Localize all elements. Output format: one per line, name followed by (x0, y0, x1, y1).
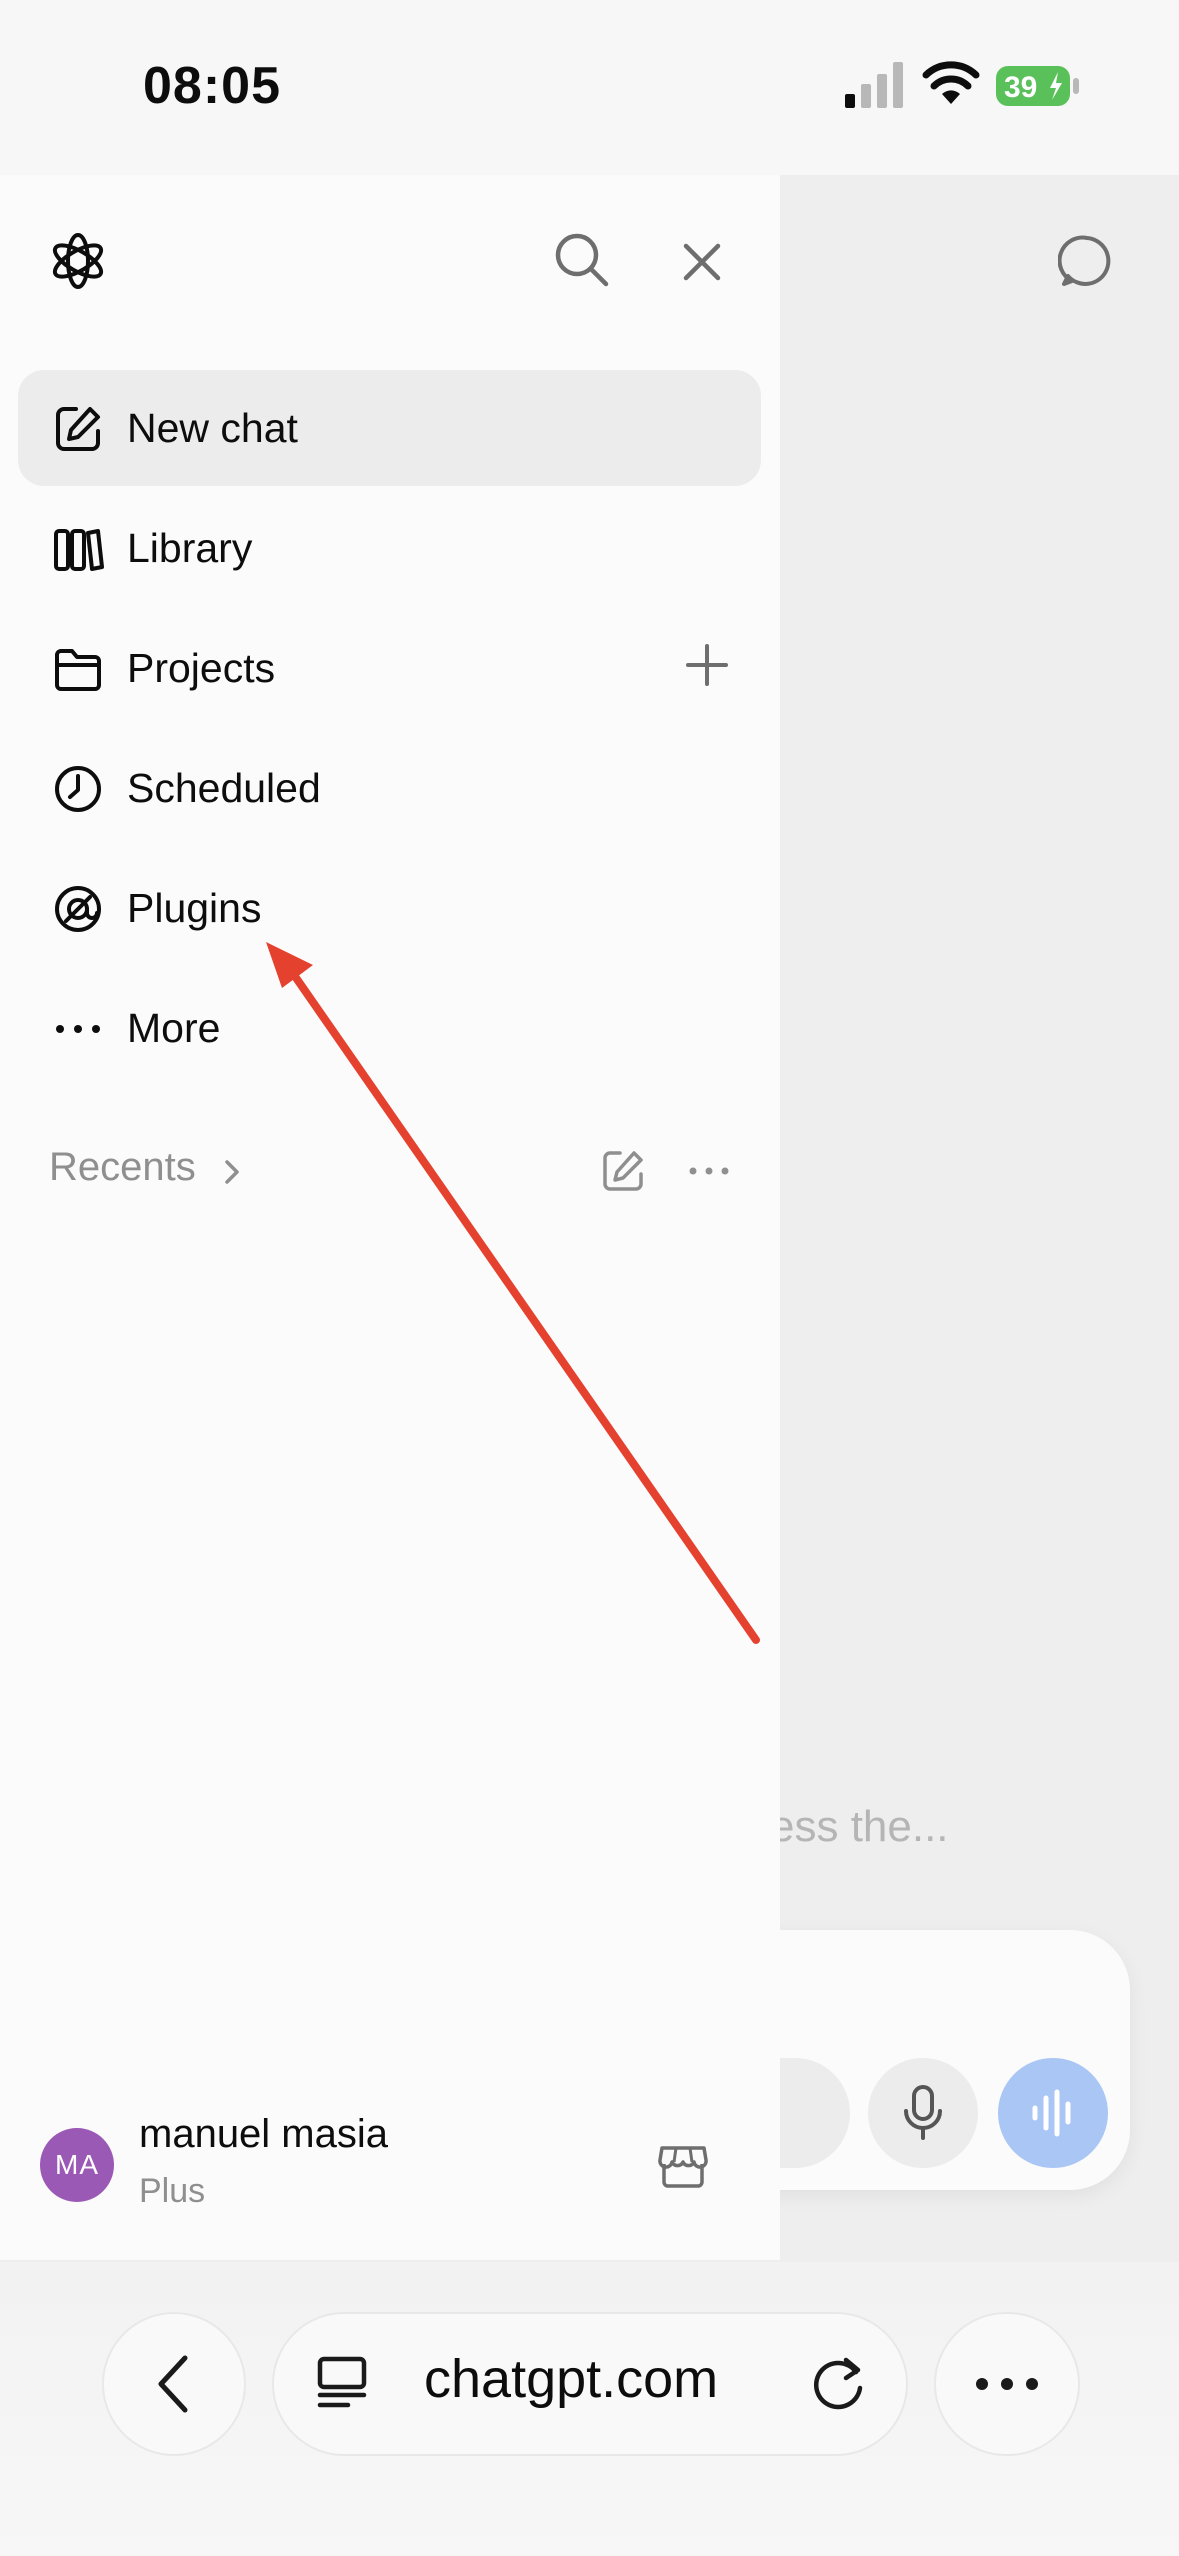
nav-scheduled[interactable]: Scheduled (18, 730, 761, 846)
nav-library[interactable]: Library (18, 490, 761, 606)
back-button[interactable] (102, 2312, 246, 2456)
nav-label: More (127, 1005, 221, 1051)
nav-label: Plugins (127, 885, 262, 931)
account-plan: Plus (139, 2172, 206, 2210)
chevron-right-icon (225, 1160, 239, 1184)
nav-label: Library (127, 525, 253, 571)
nav-label: New chat (127, 405, 298, 451)
clock-icon (55, 766, 101, 812)
nav-projects[interactable]: Projects (18, 610, 761, 726)
nav-label: Projects (127, 645, 276, 691)
cellular-signal-icon (845, 62, 903, 108)
search-icon[interactable] (550, 228, 614, 292)
compose-icon (56, 407, 100, 451)
wifi-icon (922, 61, 980, 104)
sidebar-drawer (0, 175, 780, 2260)
browser-more-button[interactable] (934, 2312, 1080, 2456)
nav-new-chat[interactable]: New chat (18, 370, 761, 486)
suggestion-text[interactable]: ess the... (770, 1802, 949, 1852)
ellipsis-icon (976, 2378, 1038, 2390)
add-project-plus-icon[interactable] (682, 640, 732, 690)
waveform-icon (1032, 2089, 1071, 2137)
account-name: manuel masia (139, 2112, 389, 2156)
url-text[interactable]: chatgpt.com (424, 2348, 718, 2410)
library-icon (54, 529, 104, 571)
edit-icon[interactable] (600, 1148, 646, 1194)
reload-icon[interactable] (808, 2352, 870, 2414)
close-icon[interactable] (672, 232, 732, 292)
status-time: 08:05 (143, 57, 281, 115)
openai-logo-icon (52, 233, 104, 289)
more-options-icon[interactable] (688, 1158, 730, 1184)
ellipsis-icon (56, 1025, 100, 1033)
recents-link[interactable]: Recents (49, 1145, 196, 1190)
folder-icon (55, 649, 101, 691)
battery-icon: 39 (996, 64, 1080, 108)
voice-mode-button[interactable] (998, 2058, 1108, 2168)
microphone-icon (904, 2085, 942, 2140)
new-chat-icon[interactable] (1058, 232, 1116, 290)
nav-label: Scheduled (127, 765, 321, 811)
chevron-left-icon (158, 2355, 188, 2413)
mic-button[interactable] (868, 2058, 978, 2168)
status-bar: 08:05 39 (0, 0, 1179, 175)
nav-plugins[interactable]: Plugins (18, 850, 761, 966)
avatar[interactable]: MA (40, 2128, 114, 2202)
store-icon[interactable] (656, 2138, 710, 2192)
reader-icon[interactable] (312, 2353, 372, 2413)
svg-text:39: 39 (1004, 71, 1037, 104)
plugins-icon (55, 886, 101, 932)
nav-more[interactable]: More (18, 970, 761, 1086)
